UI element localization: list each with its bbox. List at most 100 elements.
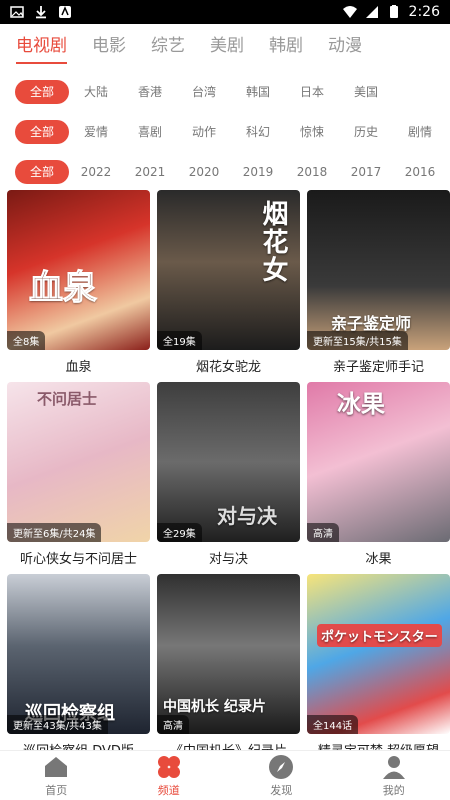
show-title[interactable]: 对与决: [157, 548, 300, 567]
show-card[interactable]: 对与决 全29集 对与决: [157, 382, 300, 567]
status-bar: 2:26: [0, 0, 450, 24]
battery-icon: [389, 5, 398, 18]
show-grid: 血泉 全8集 血泉 烟花女 全19集 烟花女驼龙 亲子鉴定师 更新至15集/共1…: [0, 190, 450, 750]
genre-filter-romance[interactable]: 爱情: [69, 120, 123, 144]
poster-title-art: 冰果: [337, 390, 385, 418]
nav-discover-label: 发现: [270, 783, 293, 797]
year-filter-all[interactable]: 全部: [15, 160, 69, 184]
show-title[interactable]: 冰果: [307, 548, 450, 567]
nav-discover[interactable]: 发现: [225, 751, 338, 800]
nav-profile-label: 我的: [382, 783, 405, 797]
bottom-nav: 首页 频道 发现 我的: [0, 750, 450, 800]
episode-badge: 全8集: [7, 331, 46, 350]
show-poster[interactable]: 对与决 全29集: [157, 382, 300, 542]
tab-tv-series[interactable]: 电视剧: [16, 31, 67, 64]
channel-icon: [157, 755, 180, 778]
signal-icon: [365, 6, 378, 18]
show-title[interactable]: 精灵宝可梦 超级愿望: [307, 740, 450, 750]
show-title[interactable]: 烟花女驼龙: [157, 356, 300, 375]
show-card[interactable]: 亲子鉴定师 更新至15集/共15集 亲子鉴定师手记: [307, 190, 450, 375]
region-filter-row: 全部 大陆 香港 台湾 韩国 日本 美国: [0, 72, 450, 112]
genre-filter-drama[interactable]: 剧情: [393, 120, 447, 144]
home-icon: [45, 756, 68, 777]
show-card[interactable]: 血泉 全8集 血泉: [7, 190, 150, 375]
genre-filter-row: 全部 爱情 喜剧 动作 科幻 惊悚 历史 剧情: [0, 112, 450, 152]
compass-icon: [269, 754, 294, 779]
show-title[interactable]: 血泉: [7, 356, 150, 375]
tab-us-drama[interactable]: 美剧: [210, 31, 244, 60]
show-title[interactable]: 巡回检察组 DVD版: [7, 740, 150, 750]
episode-badge: 全19集: [157, 331, 202, 350]
year-filter-row: 全部 2022 2021 2020 2019 2018 2017 2016: [0, 152, 450, 192]
genre-filter-all[interactable]: 全部: [15, 120, 69, 144]
genre-filter-scifi[interactable]: 科幻: [231, 120, 285, 144]
region-filter-korea[interactable]: 韩国: [231, 80, 285, 104]
tab-movies[interactable]: 电影: [92, 31, 126, 60]
region-filter-all[interactable]: 全部: [15, 80, 69, 104]
region-filter-japan[interactable]: 日本: [285, 80, 339, 104]
episode-badge: 高清: [157, 715, 189, 734]
episode-badge: 高清: [307, 523, 339, 542]
nav-home-label: 首页: [45, 783, 68, 797]
show-poster[interactable]: 中国机长 纪录片 高清: [157, 574, 300, 734]
image-notification-icon: [10, 6, 24, 18]
show-poster[interactable]: 亲子鉴定师 更新至15集/共15集: [307, 190, 450, 350]
profile-icon: [382, 755, 405, 779]
app-notification-icon: [59, 6, 71, 18]
show-title[interactable]: 《中国机长》纪录片: [157, 740, 300, 750]
show-card[interactable]: 烟花女 全19集 烟花女驼龙: [157, 190, 300, 375]
show-poster[interactable]: 烟花女 全19集: [157, 190, 300, 350]
category-tabs: 电视剧 电影 综艺 美剧 韩剧 动漫: [0, 24, 450, 66]
status-time: 2:26: [408, 4, 440, 20]
poster-title-art: 血泉: [29, 268, 98, 309]
status-right: 2:26: [342, 4, 440, 20]
poster-title-art: 中国机长 纪录片: [163, 699, 266, 715]
year-filter-2016[interactable]: 2016: [393, 160, 447, 184]
year-filter-2017[interactable]: 2017: [339, 160, 393, 184]
show-card[interactable]: 巡回检察组 更新至43集/共43集 巡回检察组 DVD版: [7, 574, 150, 750]
year-filter-2022[interactable]: 2022: [69, 160, 123, 184]
show-poster[interactable]: 冰果 高清: [307, 382, 450, 542]
poster-title-art: 烟花女: [258, 200, 288, 284]
show-card[interactable]: 冰果 高清 冰果: [307, 382, 450, 567]
genre-filter-thriller[interactable]: 惊悚: [285, 120, 339, 144]
year-filter-2021[interactable]: 2021: [123, 160, 177, 184]
episode-badge: 更新至15集/共15集: [307, 331, 408, 350]
year-filter-2019[interactable]: 2019: [231, 160, 285, 184]
region-filter-hongkong[interactable]: 香港: [123, 80, 177, 104]
show-title[interactable]: 听心侠女与不问居士: [7, 548, 150, 567]
show-poster[interactable]: 血泉 全8集: [7, 190, 150, 350]
region-filter-usa[interactable]: 美国: [339, 80, 393, 104]
genre-filter-history[interactable]: 历史: [339, 120, 393, 144]
region-filter-taiwan[interactable]: 台湾: [177, 80, 231, 104]
show-title[interactable]: 亲子鉴定师手记: [307, 356, 450, 375]
episode-badge: 全144话: [307, 715, 359, 734]
download-notification-icon: [36, 6, 46, 19]
wifi-icon: [342, 6, 357, 18]
tab-anime[interactable]: 动漫: [328, 31, 362, 60]
show-card[interactable]: 中国机长 纪录片 高清 《中国机长》纪录片: [157, 574, 300, 750]
tab-korean-drama[interactable]: 韩剧: [269, 31, 303, 60]
show-poster[interactable]: 不问居士 更新至6集/共24集: [7, 382, 150, 542]
region-filter-mainland[interactable]: 大陆: [69, 80, 123, 104]
nav-channel[interactable]: 频道: [113, 751, 226, 800]
year-filter-2020[interactable]: 2020: [177, 160, 231, 184]
nav-home[interactable]: 首页: [0, 751, 113, 800]
show-poster[interactable]: ポケットモンスター 全144话: [307, 574, 450, 734]
show-poster[interactable]: 巡回检察组 更新至43集/共43集: [7, 574, 150, 734]
tab-variety[interactable]: 综艺: [151, 31, 185, 60]
poster-title-art: 对与决: [217, 504, 277, 528]
nav-channel-label: 频道: [157, 783, 180, 797]
show-card[interactable]: ポケットモンスター 全144话 精灵宝可梦 超级愿望: [307, 574, 450, 750]
episode-badge: 更新至6集/共24集: [7, 523, 102, 542]
nav-profile[interactable]: 我的: [338, 751, 450, 800]
genre-filter-action[interactable]: 动作: [177, 120, 231, 144]
poster-title-art: 不问居士: [37, 390, 98, 408]
episode-badge: 更新至43集/共43集: [7, 715, 108, 734]
status-left: [10, 5, 72, 19]
show-card[interactable]: 不问居士 更新至6集/共24集 听心侠女与不问居士: [7, 382, 150, 567]
year-filter-2018[interactable]: 2018: [285, 160, 339, 184]
genre-filter-comedy[interactable]: 喜剧: [123, 120, 177, 144]
episode-badge: 全29集: [157, 523, 202, 542]
poster-title-art: ポケットモンスター: [317, 624, 442, 647]
